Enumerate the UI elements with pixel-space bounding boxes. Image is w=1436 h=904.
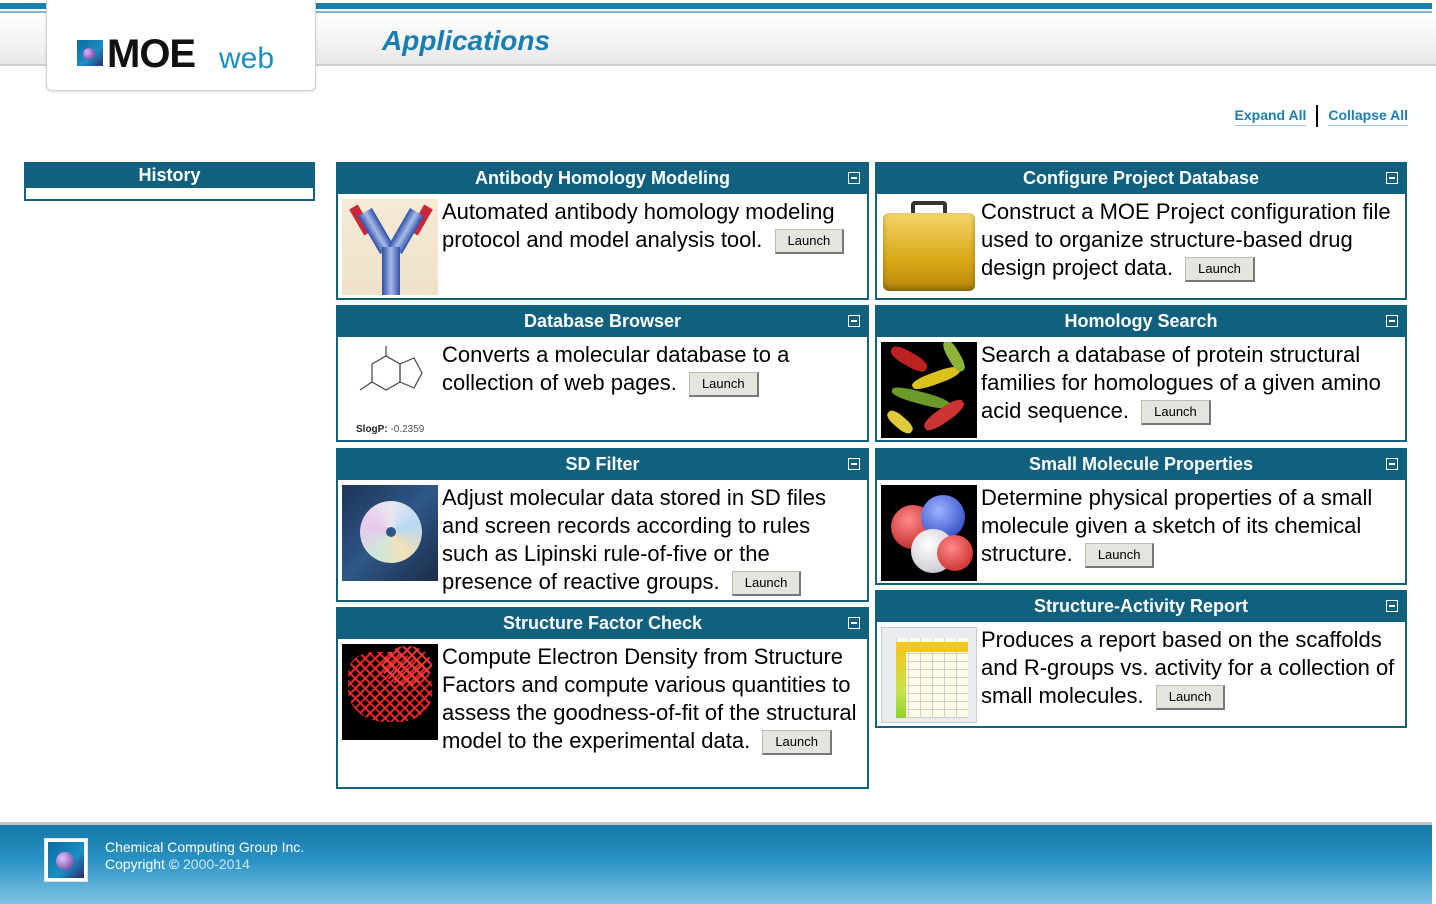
- report-table-image: [881, 627, 977, 723]
- logo-mark-icon: [77, 40, 103, 66]
- molecular-surface-image: [881, 485, 977, 581]
- panel-body: Determine physical properties of a small…: [877, 480, 1405, 581]
- collapse-all-link[interactable]: Collapse All: [1328, 107, 1408, 126]
- slogp-label: SlogP:: [356, 424, 388, 435]
- copyright-years: 2000-2014: [183, 856, 250, 872]
- panel-title: Antibody Homology Modeling: [475, 168, 730, 188]
- page-footer: Chemical Computing Group Inc. Copyright …: [0, 822, 1432, 904]
- expand-collapse-controls: Expand All Collapse All: [1234, 103, 1408, 129]
- launch-button[interactable]: Launch: [774, 228, 845, 254]
- link-separator: [1316, 105, 1319, 127]
- panel-header: Configure Project Database: [877, 164, 1405, 194]
- launch-button[interactable]: Launch: [688, 371, 759, 397]
- launch-button[interactable]: Launch: [1141, 399, 1211, 425]
- panel-antibody-homology-modeling: Antibody Homology Modeling Automated ant…: [336, 162, 869, 300]
- expand-all-link[interactable]: Expand All: [1234, 107, 1307, 126]
- company-name: Chemical Computing Group Inc.: [105, 839, 305, 855]
- history-title: History: [24, 162, 315, 188]
- panel-header: Structure Factor Check: [338, 609, 867, 639]
- panel-description: Determine physical properties of a small…: [981, 485, 1373, 566]
- launch-button[interactable]: Launch: [1185, 256, 1255, 282]
- panel-header: Database Browser: [338, 307, 867, 337]
- briefcase-image: [881, 199, 977, 295]
- slogp-value: -0.2359: [390, 424, 425, 435]
- launch-button[interactable]: Launch: [1084, 542, 1155, 568]
- collapse-panel-icon[interactable]: [1386, 315, 1398, 327]
- history-list: [24, 188, 315, 201]
- launch-button[interactable]: Launch: [762, 729, 832, 755]
- collapse-panel-icon[interactable]: [1386, 458, 1398, 470]
- panel-sd-filter: SD Filter Adjust molecular data stored i…: [336, 448, 869, 602]
- panel-title: Small Molecule Properties: [1028, 454, 1254, 474]
- copyright-line: Copyright © 2000-2014: [105, 856, 304, 873]
- panel-small-molecule-properties: Small Molecule Properties Determine phys…: [875, 448, 1407, 585]
- collapse-panel-icon[interactable]: [848, 458, 860, 470]
- antibody-structure-image: [342, 199, 438, 295]
- panel-title: Configure Project Database: [1022, 168, 1260, 188]
- panel-body: Search a database of protein structural …: [877, 337, 1405, 438]
- panel-structure-factor-check: Structure Factor Check Compute Electron …: [336, 607, 869, 789]
- history-panel: History: [24, 162, 315, 203]
- panel-homology-search: Homology Search Search a database of pro…: [875, 305, 1407, 442]
- panel-title: Structure Factor Check: [502, 613, 703, 633]
- ccg-logo-icon[interactable]: [44, 838, 88, 882]
- logo-moe-text: MOE: [107, 32, 196, 76]
- panel-header: Small Molecule Properties: [877, 450, 1405, 480]
- moe-web-logo[interactable]: MOE web: [46, 0, 316, 91]
- footer-text: Chemical Computing Group Inc. Copyright …: [105, 839, 304, 873]
- electron-density-mesh-image: [342, 644, 438, 740]
- collapse-panel-icon[interactable]: [1386, 172, 1398, 184]
- panel-body: Automated antibody homology modeling pro…: [338, 194, 867, 295]
- panel-structure-activity-report: Structure-Activity Report Produces a rep…: [875, 590, 1407, 728]
- collapse-panel-icon[interactable]: [848, 617, 860, 629]
- cd-disc-image: [342, 485, 438, 581]
- panel-configure-project-database: Configure Project Database Construct a M…: [875, 162, 1407, 300]
- panel-title: Database Browser: [523, 311, 682, 331]
- panel-body: Adjust molecular data stored in SD files…: [338, 480, 867, 596]
- launch-button[interactable]: Launch: [1155, 684, 1226, 710]
- panel-body: Construct a MOE Project configuration fi…: [877, 194, 1405, 295]
- panel-title: SD Filter: [565, 454, 640, 474]
- page-title: Applications: [382, 25, 551, 56]
- logo-web-text: web: [219, 42, 275, 75]
- panel-header: SD Filter: [338, 450, 867, 480]
- protein-ribbon-image: [881, 342, 977, 438]
- panel-title: Homology Search: [1064, 311, 1218, 331]
- molecule-sketch-image: SlogP: -0.2359: [342, 342, 438, 438]
- launch-button[interactable]: Launch: [731, 570, 802, 596]
- panel-header: Homology Search: [877, 307, 1405, 337]
- panel-title: Structure-Activity Report: [1033, 596, 1249, 616]
- panel-header: Structure-Activity Report: [877, 592, 1405, 622]
- panel-body: Produces a report based on the scaffolds…: [877, 622, 1405, 723]
- collapse-panel-icon[interactable]: [848, 172, 860, 184]
- copyright-label: Copyright ©: [105, 856, 180, 872]
- collapse-panel-icon[interactable]: [848, 315, 860, 327]
- panel-database-browser: Database Browser SlogP: -0.2359 Converts…: [336, 305, 869, 442]
- panel-body: SlogP: -0.2359 Converts a molecular data…: [338, 337, 867, 438]
- collapse-panel-icon[interactable]: [1386, 600, 1398, 612]
- panel-body: Compute Electron Density from Structure …: [338, 639, 867, 755]
- panel-header: Antibody Homology Modeling: [338, 164, 867, 194]
